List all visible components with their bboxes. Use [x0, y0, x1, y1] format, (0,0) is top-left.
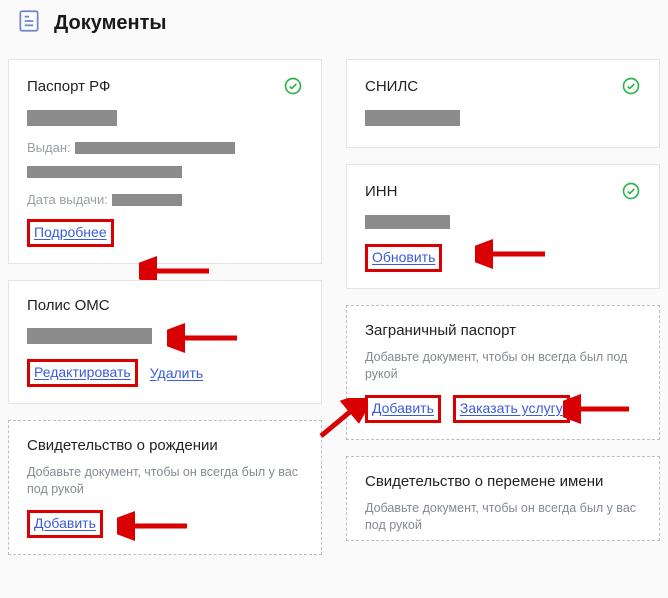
checkmark-circle-icon: [621, 76, 641, 96]
highlight-annotation: Заказать услугу: [453, 395, 570, 423]
redacted-value: [27, 110, 117, 126]
card-title: СНИЛС: [365, 78, 418, 95]
page-title: Документы: [54, 12, 166, 35]
checkmark-circle-icon: [621, 181, 641, 201]
redacted-value: [365, 215, 450, 229]
card-foreign-passport: Заграничный паспорт Добавьте документ, ч…: [346, 305, 660, 440]
redacted-value: [365, 110, 460, 126]
highlight-annotation: Добавить: [27, 510, 103, 538]
card-polis-oms: Полис ОМС Редактировать Удалить: [8, 280, 322, 404]
more-link[interactable]: Подробнее: [34, 224, 107, 240]
card-title: Полис ОМС: [27, 297, 110, 314]
highlight-annotation: Добавить: [365, 395, 441, 423]
card-hint: Добавьте документ, чтобы он всегда был п…: [365, 349, 641, 383]
card-title: Свидетельство о перемене имени: [365, 473, 603, 490]
checkmark-circle-icon: [283, 76, 303, 96]
redacted-value: [75, 142, 235, 154]
card-inn: ИНН Обновить: [346, 164, 660, 289]
card-title: Заграничный паспорт: [365, 322, 516, 339]
redacted-value: [112, 194, 182, 206]
refresh-link[interactable]: Обновить: [372, 249, 435, 265]
card-title: Паспорт РФ: [27, 78, 110, 95]
redacted-value: [27, 166, 182, 178]
redacted-value: [27, 328, 152, 344]
highlight-annotation: Редактировать: [27, 359, 138, 387]
add-link[interactable]: Добавить: [372, 400, 434, 416]
card-hint: Добавьте документ, чтобы он всегда был у…: [27, 464, 303, 498]
card-hint: Добавьте документ, чтобы он всегда был у…: [365, 500, 641, 534]
card-name-change-certificate: Свидетельство о перемене имени Добавьте …: [346, 456, 660, 541]
delete-link[interactable]: Удалить: [150, 365, 203, 381]
arrow-annotation: [317, 398, 367, 442]
card-title: Свидетельство о рождении: [27, 437, 218, 454]
order-service-link[interactable]: Заказать услугу: [460, 400, 563, 416]
highlight-annotation: Подробнее: [27, 219, 114, 247]
edit-link[interactable]: Редактировать: [34, 364, 131, 380]
documents-icon: [16, 8, 42, 39]
add-link[interactable]: Добавить: [34, 515, 96, 531]
issued-label: Выдан:: [27, 140, 71, 155]
highlight-annotation: Обновить: [365, 244, 442, 272]
issue-date-label: Дата выдачи:: [27, 192, 108, 207]
card-title: ИНН: [365, 183, 397, 200]
card-passport-rf: Паспорт РФ Выдан: Дата выдачи:: [8, 59, 322, 264]
card-snils: СНИЛС: [346, 59, 660, 148]
card-birth-certificate: Свидетельство о рождении Добавьте докуме…: [8, 420, 322, 555]
